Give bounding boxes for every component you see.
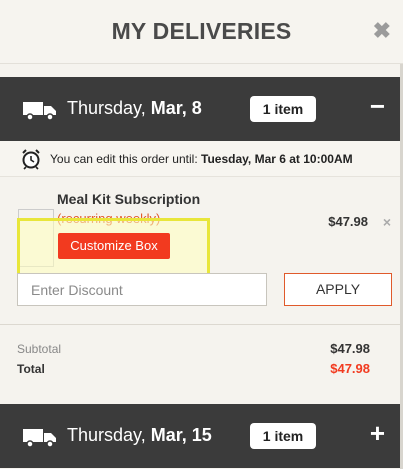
item-count-badge: 1 item	[250, 423, 316, 449]
truck-icon	[23, 429, 56, 448]
delivery-date: Thursday, Mar, 15	[67, 425, 212, 446]
truck-icon	[23, 102, 56, 121]
item-count-badge: 1 item	[250, 96, 316, 122]
apply-discount-button[interactable]: APPLY	[284, 273, 392, 306]
delivery-date-value: Mar, 8	[150, 98, 202, 118]
total-label: Total	[17, 362, 45, 376]
delivery-weekday: Thursday,	[67, 425, 146, 445]
total-value: $47.98	[330, 361, 370, 376]
divider	[0, 324, 403, 325]
deadline-prefix: You can edit this order until:	[50, 152, 198, 166]
edit-deadline: You can edit this order until: Tuesday, …	[0, 141, 403, 177]
delivery-weekday: Thursday,	[67, 98, 146, 118]
expand-icon[interactable]: +	[370, 418, 385, 449]
remove-item-icon[interactable]: ×	[383, 214, 391, 230]
alarm-clock-icon	[22, 149, 40, 170]
close-icon[interactable]: ✖	[373, 18, 391, 44]
discount-input[interactable]	[17, 273, 267, 306]
product-name: Meal Kit Subscription	[57, 191, 201, 207]
delivery-day-bar-2[interactable]: Thursday, Mar, 15 1 item +	[0, 404, 403, 468]
delivery-day-bar-1[interactable]: Thursday, Mar, 8 1 item −	[0, 77, 403, 141]
delivery-date: Thursday, Mar, 8	[67, 98, 202, 119]
customize-box-button[interactable]: Customize Box	[58, 233, 170, 259]
deliveries-header: MY DELIVERIES ✖	[0, 0, 403, 64]
deadline-datetime: Tuesday, Mar 6 at 10:00AM	[201, 152, 353, 166]
product-price: $47.98	[328, 214, 368, 229]
deadline-text: You can edit this order until: Tuesday, …	[50, 152, 353, 166]
subtotal-value: $47.98	[330, 341, 370, 356]
delivery-date-value: Mar, 15	[150, 425, 212, 445]
collapse-icon[interactable]: −	[370, 91, 385, 122]
page-title: MY DELIVERIES	[111, 18, 292, 44]
subtotal-label: Subtotal	[17, 342, 62, 356]
